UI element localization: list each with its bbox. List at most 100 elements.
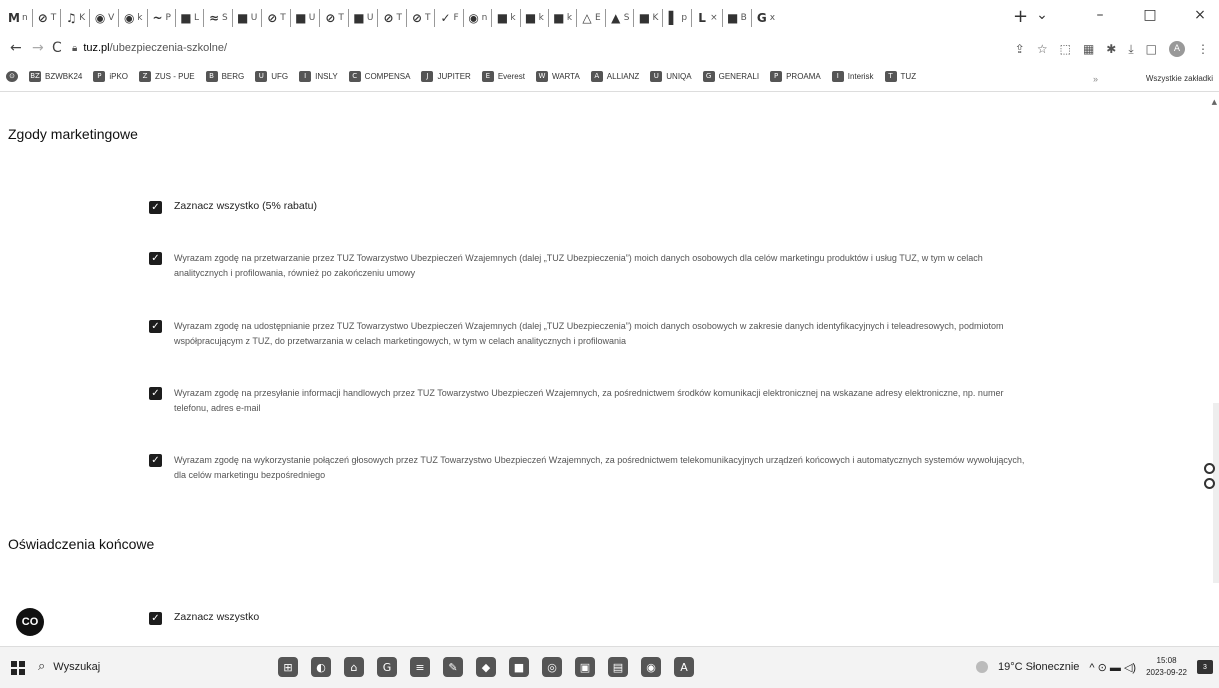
bookmark-star-icon[interactable]: ☆ — [1037, 42, 1048, 56]
browser-tab[interactable]: ◉ V — [90, 9, 120, 27]
extension-icon[interactable]: ⬚ — [1060, 42, 1071, 56]
checkbox-checked-icon[interactable]: ✓ — [149, 252, 162, 265]
consent-row-marketing-processing[interactable]: ✓ Wyrazam zgodę na przetwarzanie przez T… — [149, 251, 1034, 281]
bookmarks-overflow-button[interactable]: » — [1093, 74, 1098, 84]
close-button[interactable]: × — [1193, 7, 1207, 23]
browser-tab[interactable]: ■ U — [233, 9, 263, 27]
consent-row-voice-calls[interactable]: ✓ Wyrazam zgodę na wykorzystanie połącze… — [149, 453, 1034, 483]
menu-kebab-icon[interactable]: ⋮ — [1197, 42, 1209, 56]
bookmark-item[interactable]: PiPKO — [93, 71, 128, 82]
side-panel-icon[interactable]: □ — [1146, 42, 1157, 56]
bookmark-item[interactable]: A ALLIANZ — [590, 71, 639, 82]
checkbox-select-all-discount[interactable]: ✓ Zaznacz wszystko (5% rabatu) — [149, 200, 317, 214]
taskbar-app-icon[interactable]: ⌂ — [344, 657, 364, 677]
taskbar-app-icon[interactable]: ≡ — [410, 657, 430, 677]
bookmark-item[interactable]: P PROAMA — [770, 71, 821, 82]
consent-row-data-sharing[interactable]: ✓ Wyrazam zgodę na udostępnianie przez T… — [149, 319, 1034, 349]
taskbar-app-icon[interactable]: ◆ — [476, 657, 496, 677]
taskbar-app-icon[interactable]: G — [377, 657, 397, 677]
browser-tab[interactable]: △ E — [577, 9, 606, 27]
taskbar-app-icon[interactable]: ▤ — [608, 657, 628, 677]
checkbox-checked-icon[interactable]: ✓ — [149, 201, 162, 214]
bookmark-item[interactable]: I INSLY — [299, 71, 338, 82]
browser-tab[interactable]: ♫ K — [61, 9, 91, 27]
taskbar-app-icon[interactable]: ✎ — [443, 657, 463, 677]
browser-tab[interactable]: ~ P — [148, 9, 176, 27]
bookmark-item[interactable]: U UNIQA — [650, 71, 692, 82]
start-button[interactable] — [11, 661, 25, 675]
profile-avatar[interactable]: A — [1169, 41, 1185, 57]
maximize-button[interactable]: □ — [1143, 7, 1157, 23]
scroll-up-arrow-icon[interactable]: ▲ — [1212, 98, 1217, 106]
bookmark-item[interactable]: BZ BZWBK24 — [29, 71, 82, 82]
browser-tab[interactable]: Mn — [4, 9, 33, 27]
browser-tab[interactable]: ⊘ T — [407, 9, 436, 27]
browser-tab[interactable]: ■ L — [176, 9, 204, 27]
taskbar-search[interactable]: ⌕ Wyszukaj — [38, 659, 100, 674]
clock[interactable]: 15:08 2023-09-22 — [1146, 655, 1187, 679]
taskbar-app-icon[interactable]: ◐ — [311, 657, 331, 677]
taskbar-app-icon[interactable]: ◉ — [641, 657, 661, 677]
all-bookmarks-folder[interactable]: Wszystkie zakładki — [1146, 74, 1213, 83]
notification-center-button[interactable]: 3 — [1197, 660, 1213, 674]
browser-tab[interactable]: ■ U — [291, 9, 321, 27]
taskbar-app-icon[interactable]: ◎ — [542, 657, 562, 677]
taskbar-app-icon[interactable]: ⊞ — [278, 657, 298, 677]
bookmark-item[interactable]: Z ZUS - PUE — [139, 71, 195, 82]
bookmark-item[interactable]: J JUPITER — [421, 71, 471, 82]
translate-icon[interactable]: ▦ — [1083, 42, 1094, 56]
bookmark-item[interactable]: E Everest — [481, 71, 525, 82]
settings-widget-icon[interactable] — [1204, 478, 1215, 489]
browser-tab[interactable]: L × — [692, 9, 723, 27]
browser-tab[interactable]: ■ k — [549, 9, 578, 27]
extensions-puzzle-icon[interactable]: ✱ — [1106, 42, 1116, 56]
taskbar-app-icon[interactable]: ▣ — [575, 657, 595, 677]
bookmark-item[interactable]: W WARTA — [535, 71, 580, 82]
share-icon[interactable]: ⇪ — [1015, 42, 1025, 56]
browser-tab[interactable]: ◉ n — [464, 9, 493, 27]
browser-tab[interactable]: ⊘ T — [33, 9, 62, 27]
new-tab-button[interactable]: + — [1013, 6, 1028, 27]
bookmark-item[interactable]: U UFG — [255, 71, 288, 82]
bookmark-apps-icon[interactable]: ⊙ — [6, 71, 18, 82]
consent-row-electronic-info[interactable]: ✓ Wyrazam zgodę na przesyłanie informacj… — [149, 386, 1034, 416]
tab-search-chevron-icon[interactable]: ⌄ — [1035, 7, 1049, 23]
accessibility-icon[interactable] — [1204, 463, 1215, 474]
address-bar[interactable]: 🔒︎ tuz.pl/ubezpieczenia-szkolne/ — [72, 42, 227, 54]
browser-tab[interactable]: ▌ p — [663, 9, 693, 27]
browser-tab[interactable]: ■ k — [521, 9, 549, 27]
browser-tab[interactable]: ▲ S — [606, 9, 635, 27]
bookmark-item[interactable]: G GENERALI — [702, 71, 759, 82]
browser-tab[interactable]: ⊘ T — [262, 9, 291, 27]
taskbar-app-icon[interactable]: A — [674, 657, 694, 677]
weather-widget[interactable]: 19°C Słonecznie — [998, 661, 1079, 673]
browser-tab[interactable]: ◉ k — [119, 9, 148, 27]
tray-icons[interactable]: ^ ⊙ ▬ ◁) — [1089, 661, 1136, 674]
download-icon[interactable]: ⤓ — [1128, 42, 1133, 57]
bookmark-item[interactable]: B BERG — [205, 71, 244, 82]
taskbar-app-icon[interactable]: ■ — [509, 657, 529, 677]
browser-tab[interactable]: ≈ S — [204, 9, 233, 27]
browser-tab[interactable]: ✓ F — [435, 9, 464, 27]
browser-tab[interactable]: ⊘ T — [320, 9, 349, 27]
checkbox-checked-icon[interactable]: ✓ — [149, 320, 162, 333]
reload-button[interactable]: C — [52, 40, 62, 56]
browser-tab[interactable]: ■ K — [634, 9, 664, 27]
browser-tab[interactable]: Gx — [752, 9, 779, 27]
checkbox-checked-icon[interactable]: ✓ — [149, 612, 162, 625]
checkbox-checked-icon[interactable]: ✓ — [149, 387, 162, 400]
bookmark-item[interactable]: I Interisk — [831, 71, 874, 82]
minimize-button[interactable]: – — [1093, 7, 1107, 23]
bookmark-item[interactable]: T TUZ — [884, 71, 916, 82]
browser-tab[interactable]: ■ B — [723, 9, 752, 27]
checkbox-select-all-final[interactable]: ✓ Zaznacz wszystko — [149, 611, 259, 625]
forward-button[interactable]: → — [32, 40, 44, 56]
checkbox-checked-icon[interactable]: ✓ — [149, 454, 162, 467]
browser-tab[interactable]: ■ U — [349, 9, 379, 27]
chat-widget-button[interactable]: CO — [16, 608, 44, 636]
browser-tab[interactable]: ■ k — [492, 9, 521, 27]
browser-tab[interactable]: ⊘ T — [378, 9, 407, 27]
bookmark-item[interactable]: C COMPENSA — [348, 71, 410, 82]
back-button[interactable]: ← — [10, 40, 22, 56]
scrollbar-thumb[interactable] — [1213, 403, 1219, 583]
